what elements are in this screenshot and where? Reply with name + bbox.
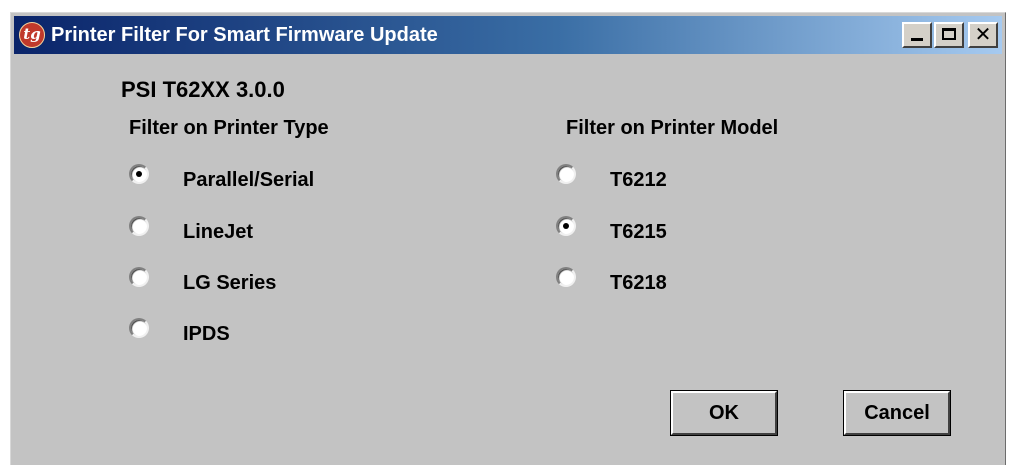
radio-label: LineJet [183, 221, 254, 243]
window-controls: ✕ [902, 22, 998, 48]
radio-option-ipds[interactable]: IPDS [129, 317, 230, 346]
radio-button[interactable] [129, 317, 149, 338]
radio-option-lg-series[interactable]: LG Series [129, 266, 277, 295]
radio-label: IPDS [183, 323, 230, 345]
cancel-button[interactable]: Cancel [843, 390, 951, 436]
window-title: Printer Filter For Smart Firmware Update [51, 23, 438, 46]
radio-label: T6212 [610, 169, 667, 191]
printer-model-label: Filter on Printer Model [566, 117, 779, 139]
dialog-window: tg Printer Filter For Smart Firmware Upd… [10, 12, 1006, 465]
radio-option-t6218[interactable]: T6218 [556, 266, 667, 295]
radio-option-t6212[interactable]: T6212 [556, 163, 667, 192]
radio-label: T6215 [610, 221, 667, 243]
radio-label: Parallel/Serial [183, 169, 315, 191]
radio-button[interactable] [556, 266, 576, 287]
radio-label: LG Series [183, 272, 277, 294]
product-version-title: PSI T62XX 3.0.0 [121, 77, 285, 102]
radio-option-t6215[interactable]: T6215 [556, 215, 667, 244]
radio-button[interactable] [556, 163, 576, 184]
radio-option-parallel-serial[interactable]: Parallel/Serial [129, 163, 315, 192]
radio-option-linejet[interactable]: LineJet [129, 215, 254, 244]
radio-button[interactable] [129, 163, 149, 184]
maximize-button[interactable] [934, 22, 964, 48]
dialog-content: PSI T62XX 3.0.0 Filter on Printer Type P… [11, 57, 1005, 465]
radio-button[interactable] [556, 215, 576, 236]
radio-label: T6218 [610, 272, 667, 294]
printer-type-label: Filter on Printer Type [129, 117, 329, 139]
minimize-button[interactable] [902, 22, 932, 48]
tg-logo-icon: tg [19, 22, 45, 48]
minimize-icon [911, 38, 923, 41]
ok-button[interactable]: OK [670, 390, 778, 436]
radio-button[interactable] [129, 266, 149, 287]
radio-button[interactable] [129, 215, 149, 236]
close-button[interactable]: ✕ [968, 22, 998, 48]
title-bar[interactable]: tg Printer Filter For Smart Firmware Upd… [14, 16, 1002, 54]
close-icon: ✕ [974, 24, 992, 46]
maximize-icon [942, 28, 956, 40]
